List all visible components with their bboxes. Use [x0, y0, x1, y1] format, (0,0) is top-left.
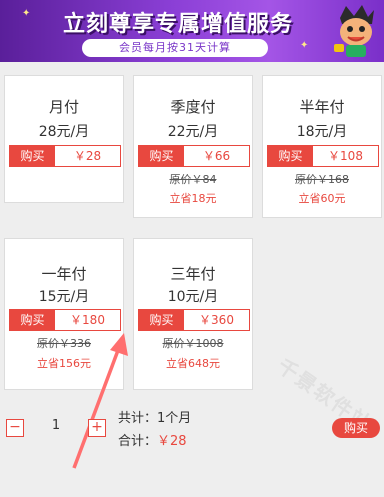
sparkle-icon: ✦ [22, 8, 31, 19]
banner-title: 立刻尊享专属增值服务 [62, 11, 293, 37]
buy-button[interactable]: 购买 [268, 146, 313, 166]
plan-buy-bar[interactable]: 购买 ￥108 [267, 145, 379, 167]
plan-buy-bar[interactable]: 购买 ￥180 [9, 309, 121, 331]
banner-subtitle: 会员每月按31天计算 [82, 39, 268, 57]
total-price-label: 合计： [118, 434, 158, 449]
total-duration-value: 1个月 [157, 411, 192, 426]
quantity-value: 1 [51, 418, 61, 433]
savings-text: 立省648元 [166, 357, 220, 370]
total-price-value: ￥28 [157, 434, 187, 449]
plan-price: ￥28 [73, 149, 102, 163]
buy-button[interactable]: 购买 [10, 310, 55, 330]
original-price: 原价￥1008 [162, 337, 224, 350]
plan-monthly-rate: 18元/月 [296, 124, 348, 140]
savings-text: 立省18元 [169, 192, 217, 205]
plan-monthly-rate: 10元/月 [167, 289, 219, 305]
plan-card-yearly[interactable]: 一年付 15元/月 购买 ￥180 原价￥336 立省156元 [4, 238, 124, 390]
total-duration: 共计：1个月 [118, 407, 191, 426]
buy-button[interactable]: 购买 [10, 146, 55, 166]
plan-buy-bar[interactable]: 购买 ￥66 [138, 145, 250, 167]
sparkle-icon: ✦ [300, 40, 309, 51]
plan-name: 一年付 [41, 265, 87, 283]
plan-card-half-year[interactable]: 半年付 18元/月 购买 ￥108 原价￥168 立省60元 [262, 75, 382, 218]
savings-text: 立省156元 [37, 357, 91, 370]
plan-name: 三年付 [170, 265, 216, 283]
savings-text: 立省60元 [298, 192, 346, 205]
original-price: 原价￥336 [37, 337, 91, 350]
plan-price: ￥108 [328, 149, 363, 163]
total-price: 合计：￥28 [118, 430, 187, 449]
original-price: 原价￥168 [295, 173, 349, 186]
original-price: 原价￥84 [169, 173, 217, 186]
plan-monthly-rate: 28元/月 [38, 124, 90, 140]
decrease-quantity-button[interactable]: − [6, 419, 24, 437]
plan-price: ￥180 [70, 313, 105, 327]
plan-name: 半年付 [299, 98, 345, 116]
plan-card-monthly[interactable]: 月付 28元/月 购买 ￥28 [4, 75, 124, 203]
plan-card-quarterly[interactable]: 季度付 22元/月 购买 ￥66 原价￥84 立省18元 [133, 75, 253, 218]
promo-banner: ✦ ✦ 立刻尊享专属增值服务 会员每月按31天计算 [0, 0, 384, 62]
total-duration-label: 共计： [118, 411, 158, 426]
plan-monthly-rate: 22元/月 [167, 124, 219, 140]
buy-button[interactable]: 购买 [139, 146, 184, 166]
plan-card-three-year[interactable]: 三年付 10元/月 购买 ￥360 原价￥1008 立省648元 [133, 238, 253, 390]
watermark: 千景软件站 [272, 353, 377, 437]
buy-button[interactable]: 购买 [139, 310, 184, 330]
mascot-icon [334, 5, 374, 57]
plan-price: ￥66 [202, 149, 231, 163]
plan-name: 月付 [48, 98, 79, 116]
plan-price: ￥360 [199, 313, 234, 327]
checkout-buy-button[interactable]: 购买 [332, 418, 380, 438]
plan-buy-bar[interactable]: 购买 ￥28 [9, 145, 121, 167]
increase-quantity-button[interactable]: + [88, 419, 106, 437]
plan-name: 季度付 [170, 98, 216, 116]
plan-buy-bar[interactable]: 购买 ￥360 [138, 309, 250, 331]
plan-monthly-rate: 15元/月 [38, 289, 90, 305]
